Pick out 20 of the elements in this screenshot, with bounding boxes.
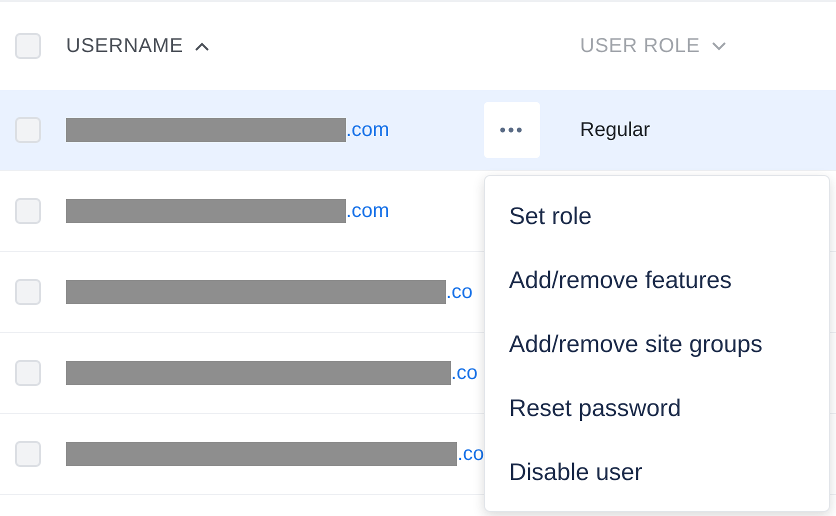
row-checkbox[interactable] [15,198,41,224]
row-checkbox[interactable] [15,441,41,467]
menu-item[interactable]: Add/remove features [485,249,829,313]
menu-item[interactable]: Set role [485,185,829,249]
column-header[interactable]: USERNAME [66,31,184,61]
email-link[interactable]: .co [457,439,484,469]
chevron-down-icon [712,42,726,50]
row-checkbox[interactable] [15,117,41,143]
row-checkbox[interactable] [15,279,41,305]
row-checkbox[interactable] [15,33,41,59]
email-link[interactable]: .com [346,115,390,145]
column-header[interactable]: USER ROLE [580,31,700,61]
email-link[interactable]: .com [346,196,390,226]
table-row[interactable]: .com ••• Regular [0,90,836,171]
role-text: Regular [580,118,650,143]
more-actions-button[interactable]: ••• [484,102,540,158]
email-link[interactable]: .co [451,358,478,388]
row-checkbox[interactable] [15,360,41,386]
email-link[interactable]: .co [446,277,473,307]
caret-up-icon [195,42,210,50]
